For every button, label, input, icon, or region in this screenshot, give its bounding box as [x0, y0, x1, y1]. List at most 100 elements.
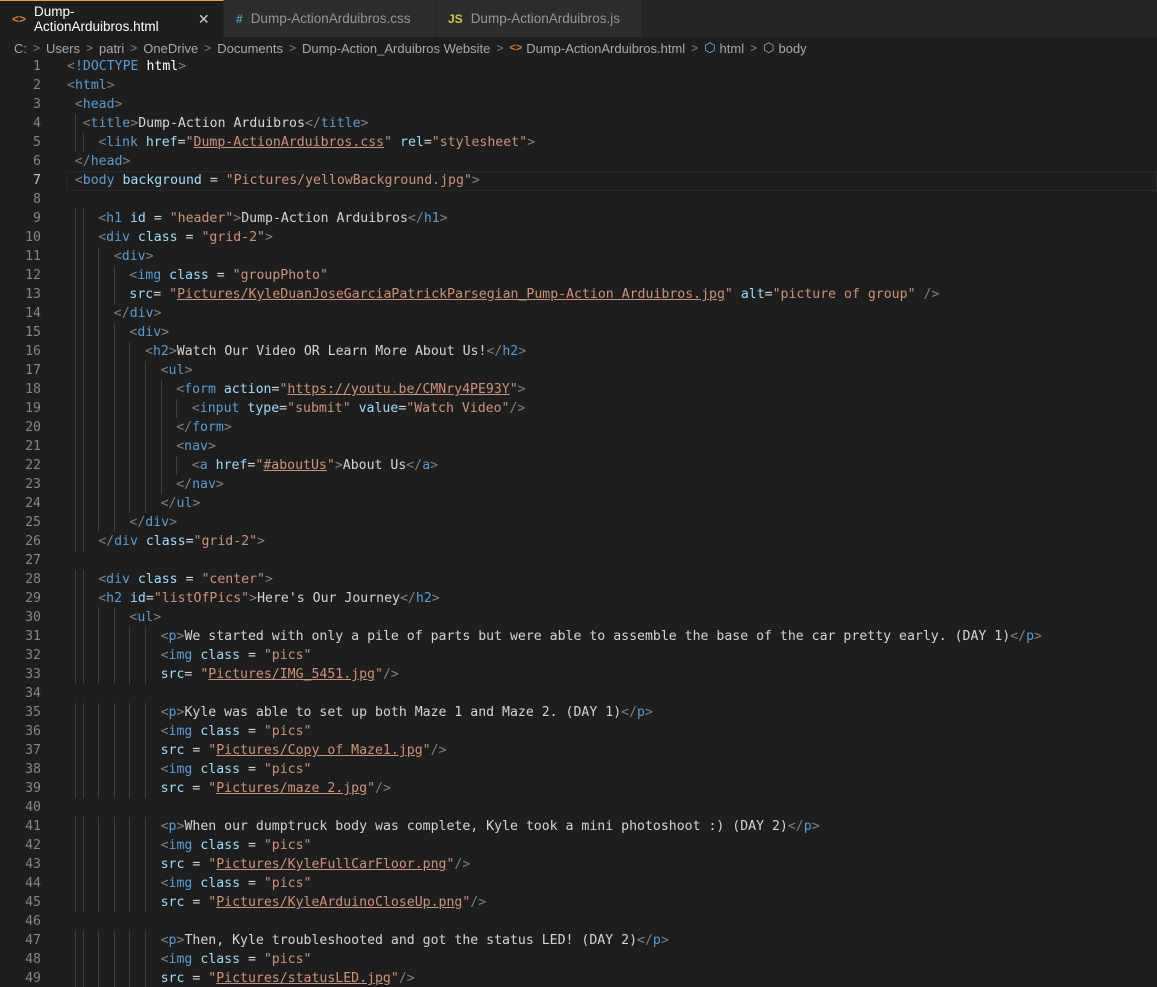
indent-guide [98, 950, 100, 969]
code-token: = [145, 591, 154, 606]
indent-guide [98, 779, 100, 798]
indent-guide [113, 323, 115, 342]
code-token: = [240, 648, 264, 663]
indent-guide [113, 741, 115, 760]
code-text: </form> [176, 418, 232, 437]
code-token: div [106, 230, 130, 245]
indent-guide [98, 874, 100, 893]
indent-guide [160, 475, 162, 494]
code-token: " [509, 382, 518, 397]
code-token: Pictures/KyleFullCarFloor.png [216, 857, 447, 872]
code-token: Here's Our Journey [257, 591, 400, 606]
indent-guide [98, 627, 100, 646]
code-token: = [240, 762, 264, 777]
indent-guide [113, 285, 115, 304]
close-icon[interactable]: ✕ [196, 11, 211, 28]
code-token: </ [304, 116, 321, 131]
code-line: 17 <ul> [0, 361, 1157, 380]
code-token: head [82, 97, 115, 112]
line-number: 9 [33, 211, 41, 226]
code-token: class [200, 762, 241, 777]
breadcrumb-item[interactable]: Dump-ActionArduibros.html [526, 41, 685, 56]
breadcrumb-item[interactable]: Users [46, 41, 80, 56]
code-token: class [145, 534, 186, 549]
code-text: <p>Then, Kyle troubleshooted and got the… [161, 931, 669, 950]
indent-guide [82, 893, 84, 912]
breadcrumb-item[interactable]: body [778, 41, 806, 56]
indent-guide [82, 855, 84, 874]
breadcrumb-item[interactable]: Documents [217, 41, 283, 56]
code-token: Pictures/KyleDuanJoseGarciaPatrickParseg… [177, 287, 725, 302]
code-token: > [471, 173, 480, 188]
editor-tab-bar: <> Dump-ActionArduibros.html ✕ # Dump-Action… [0, 0, 1157, 37]
code-line: 9 <h1 id = "header">Dump-Action Arduibros… [0, 209, 1157, 228]
code-text: <input type="submit" value="Watch Video"… [192, 399, 526, 418]
code-token: class [200, 724, 241, 739]
code-token: = [184, 971, 209, 986]
code-token: h2 [502, 344, 519, 359]
code-token: > [153, 306, 162, 321]
tab-1[interactable]: <> Dump-ActionArduibros.html ✕ [0, 0, 224, 37]
chevron-right-icon: > [85, 41, 93, 55]
indent-guide [113, 418, 115, 437]
code-token: img [168, 762, 193, 777]
code-token: a [199, 458, 208, 473]
code-line: 26 </div class="grid-2"> [0, 532, 1157, 551]
indent-guide [98, 608, 100, 627]
tab-2[interactable]: # Dump-ActionArduibros.css [224, 0, 436, 37]
breadcrumb-item[interactable]: html [720, 41, 745, 56]
code-token: p [1026, 629, 1035, 644]
code-line: 4 <title>Dump-Action Arduibros</title> [0, 114, 1157, 133]
code-token: About Us [342, 458, 407, 473]
indent-guide [98, 893, 100, 912]
indent-guide [74, 304, 76, 323]
indent-guide [82, 532, 84, 551]
code-token: </ [787, 819, 804, 834]
line-number: 22 [25, 458, 41, 473]
code-token: nav [192, 477, 216, 492]
code-text: <link href="Dump-ActionArduibros.css" re… [98, 133, 535, 152]
code-token: link [106, 135, 138, 150]
breadcrumb-item[interactable]: patri [99, 41, 124, 56]
code-token: " [384, 135, 393, 150]
code-token: "pics" [263, 838, 312, 853]
indent-guide [74, 646, 76, 665]
code-token: > [122, 154, 131, 169]
breadcrumb-item[interactable]: C: [14, 41, 27, 56]
indent-guide [74, 418, 76, 437]
code-token: value [358, 401, 399, 416]
indent-guide [74, 893, 76, 912]
breadcrumb-item[interactable]: OneDrive [143, 41, 198, 56]
code-token: /> [398, 971, 415, 986]
code-token: Pictures/Copy of Maze1.jpg [216, 743, 423, 758]
code-token: > [249, 591, 258, 606]
code-token: < [160, 952, 169, 967]
code-token: > [161, 325, 170, 340]
code-text: <img class = "pics" [161, 836, 312, 855]
chevron-right-icon: > [130, 41, 138, 55]
breadcrumb-item[interactable]: Dump-Action_Arduibros Website [302, 41, 490, 56]
code-token: < [176, 382, 185, 397]
code-token: = [184, 895, 209, 910]
tab-3[interactable]: JS Dump-ActionArduibros.js [436, 0, 642, 37]
code-token: p [168, 819, 177, 834]
code-token: < [82, 116, 91, 131]
code-text: <img class = "pics" [161, 760, 312, 779]
indent-guide [74, 741, 76, 760]
code-token: = [201, 173, 226, 188]
indent-guide [145, 437, 146, 456]
code-token: img [168, 648, 193, 663]
chevron-right-icon: > [288, 41, 296, 55]
code-line: 29 <h2 id="listOfPics">Here's Our Journey… [0, 589, 1157, 608]
code-token: #aboutUs [263, 458, 327, 473]
indent-guide [82, 779, 84, 798]
line-number: 39 [25, 781, 41, 796]
file-type-icon: JS [448, 11, 463, 26]
line-number: 25 [25, 515, 41, 530]
code-token: /> [382, 667, 399, 682]
code-editor[interactable]: 1 <!DOCTYPE html> 2 <html> 3 <head> 4 <title>Du… [0, 57, 1157, 987]
code-text: <head> [75, 95, 123, 114]
line-number: 49 [25, 971, 41, 986]
indent-guide [145, 893, 146, 912]
code-line: 13 src= "Pictures/KyleDuanJoseGarciaPatri… [0, 285, 1157, 304]
